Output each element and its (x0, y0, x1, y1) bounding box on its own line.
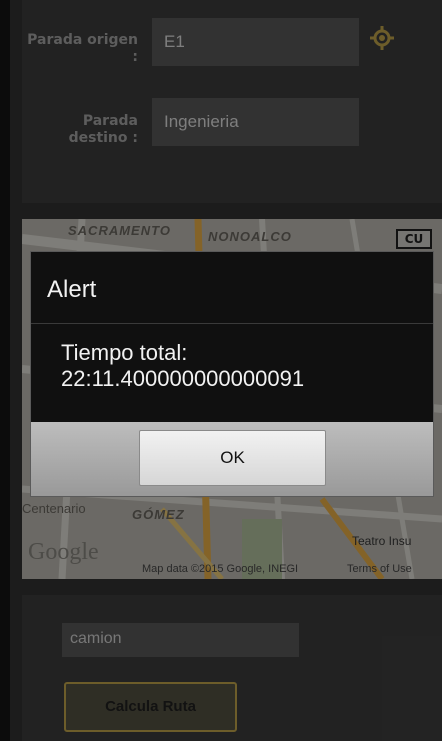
dialog-button-bar: OK (31, 422, 433, 496)
ok-button[interactable]: OK (139, 430, 326, 486)
dialog-divider (31, 323, 433, 324)
alert-dialog: Alert Tiempo total: 22:11.40000000000009… (30, 251, 434, 497)
dialog-message: Tiempo total: 22:11.400000000000091 (61, 340, 305, 391)
dialog-title: Alert (47, 276, 97, 303)
